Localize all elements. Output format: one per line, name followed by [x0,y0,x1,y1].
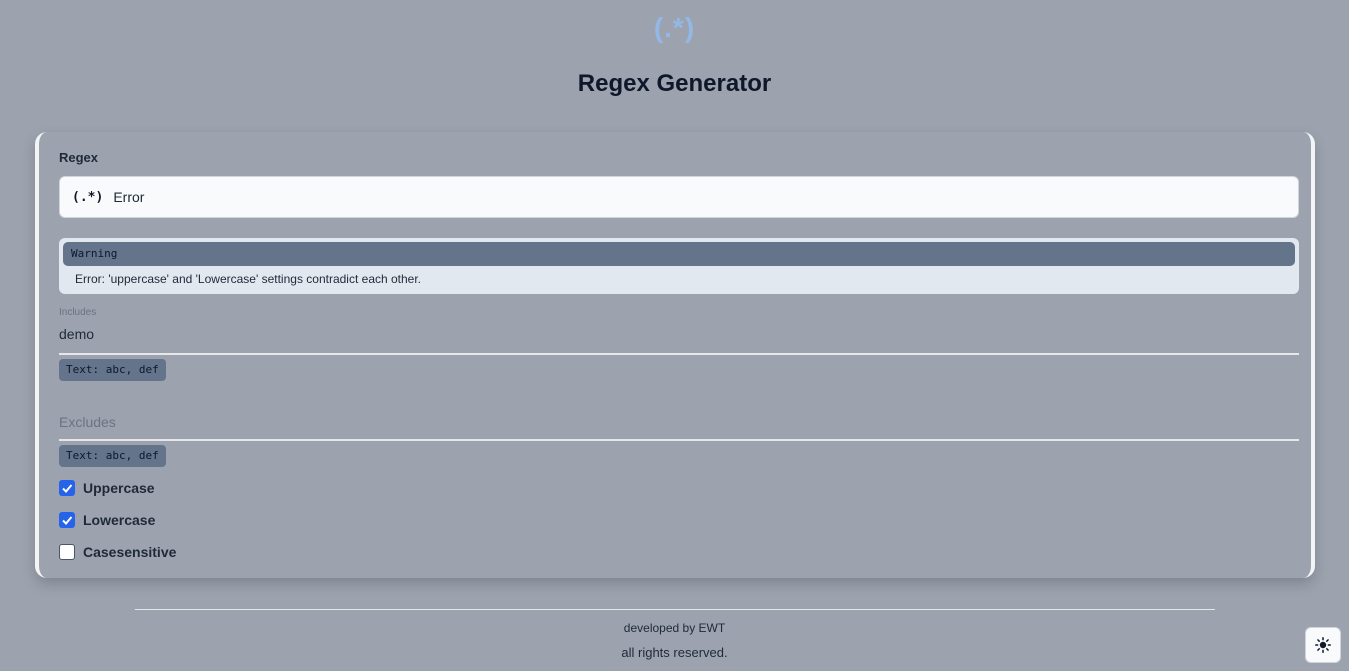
uppercase-checkbox[interactable] [59,480,75,496]
warning-message: Error: 'uppercase' and 'Lowercase' setti… [75,272,422,286]
regex-label: Regex [59,150,99,165]
lowercase-label: Lowercase [83,512,156,528]
check-icon [62,484,73,493]
uppercase-option[interactable]: Uppercase [59,479,155,497]
excludes-hint: Text: abc, def [59,445,166,467]
warning-alert: Warning Error: 'uppercase' and 'Lowercas… [59,238,1299,294]
page-title: Regex Generator [577,70,772,97]
regex-icon: (.*) [72,189,104,205]
logo: (.*) [653,12,696,43]
warning-title: Warning [63,242,1295,266]
regex-card: Regex (.*) Error Warning Error: 'upperca… [35,132,1315,578]
footer-rights: all rights reserved. [621,645,728,660]
footer-divider [135,609,1215,610]
regex-value: Error [113,189,145,205]
lowercase-checkbox[interactable] [59,512,75,528]
includes-caption: Includes [59,307,97,318]
excludes-underline [59,439,1299,441]
lowercase-option[interactable]: Lowercase [59,511,155,529]
casesensitive-checkbox[interactable] [59,544,75,560]
casesensitive-label: Casesensitive [83,544,177,560]
excludes-input[interactable] [59,410,1299,434]
theme-toggle-button[interactable] [1305,627,1341,663]
check-icon [62,516,73,525]
footer-developed-by: developed by EWT [623,621,726,635]
includes-input[interactable] [59,322,1299,346]
sun-icon [1315,637,1331,653]
casesensitive-option[interactable]: Casesensitive [59,543,176,561]
includes-hint: Text: abc, def [59,359,166,381]
regex-output[interactable]: (.*) Error [59,176,1299,218]
uppercase-label: Uppercase [83,480,155,496]
includes-underline [59,353,1299,355]
